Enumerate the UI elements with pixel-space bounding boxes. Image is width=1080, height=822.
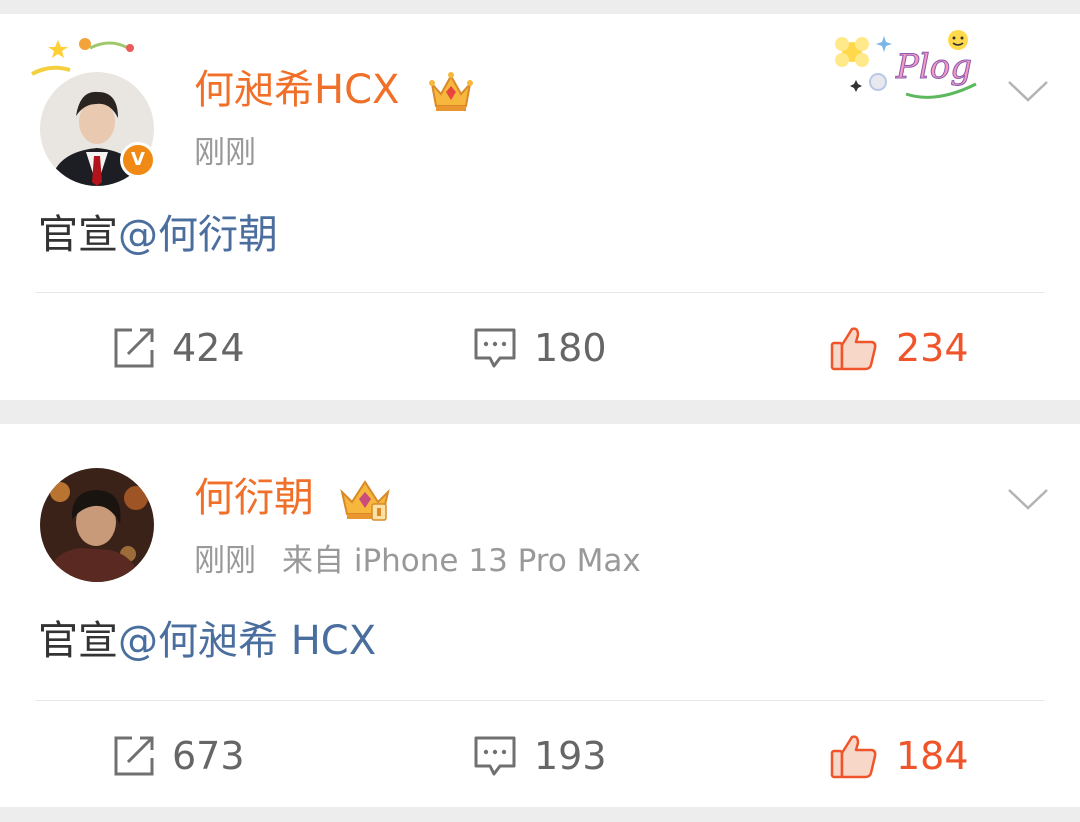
like-button[interactable]: 234	[830, 318, 969, 378]
repost-count: 673	[172, 734, 245, 778]
avatar[interactable]	[40, 468, 154, 582]
like-button[interactable]: 184	[830, 726, 969, 786]
repost-icon	[114, 328, 154, 368]
comment-count: 180	[534, 326, 607, 370]
divider	[36, 700, 1044, 701]
post-card[interactable]: 何衍朝 刚刚 来自 iPhone 13 Pro Max 官宣@何昶希 HCX 67…	[0, 424, 1080, 807]
chevron-down-icon[interactable]	[1006, 486, 1050, 512]
crown-badge-icon	[340, 480, 390, 521]
mention-link[interactable]: @何衍朝	[118, 212, 278, 258]
post-meta: 刚刚	[194, 134, 256, 172]
repost-button[interactable]: 424	[112, 318, 245, 378]
post-source: 来自 iPhone 13 Pro Max	[282, 543, 641, 579]
plog-sticker: Plog	[826, 22, 996, 112]
repost-count: 424	[172, 326, 245, 370]
like-count: 184	[896, 734, 969, 778]
verified-badge-icon: V	[120, 142, 156, 178]
post-text: 官宣	[38, 212, 118, 258]
mention-link[interactable]: @何昶希 HCX	[118, 618, 376, 664]
svg-text:Plog: Plog	[895, 47, 972, 87]
comment-icon	[474, 736, 516, 776]
thumbs-up-icon	[830, 735, 877, 779]
comment-button[interactable]: 180	[472, 318, 607, 378]
thumbs-up-icon	[830, 327, 877, 371]
username[interactable]: 何昶希HCX	[194, 66, 399, 114]
comment-count: 193	[534, 734, 607, 778]
divider	[36, 292, 1044, 293]
post-card[interactable]: V 何昶希HCX 刚刚 Plog 官宣@何衍朝 424 180 234	[0, 14, 1080, 400]
post-text: 官宣	[38, 618, 118, 664]
post-time: 刚刚	[194, 543, 256, 579]
crown-badge-icon	[429, 72, 473, 111]
post-content: 官宣@何衍朝	[38, 210, 278, 260]
chevron-down-icon[interactable]	[1006, 78, 1050, 104]
repost-button[interactable]: 673	[112, 726, 245, 786]
post-meta: 刚刚 来自 iPhone 13 Pro Max	[194, 542, 641, 580]
username[interactable]: 何衍朝	[194, 474, 314, 522]
post-content: 官宣@何昶希 HCX	[38, 616, 376, 666]
like-count: 234	[896, 326, 969, 370]
repost-icon	[114, 736, 154, 776]
comment-button[interactable]: 193	[472, 726, 607, 786]
post-time: 刚刚	[194, 135, 256, 171]
comment-icon	[474, 328, 516, 368]
